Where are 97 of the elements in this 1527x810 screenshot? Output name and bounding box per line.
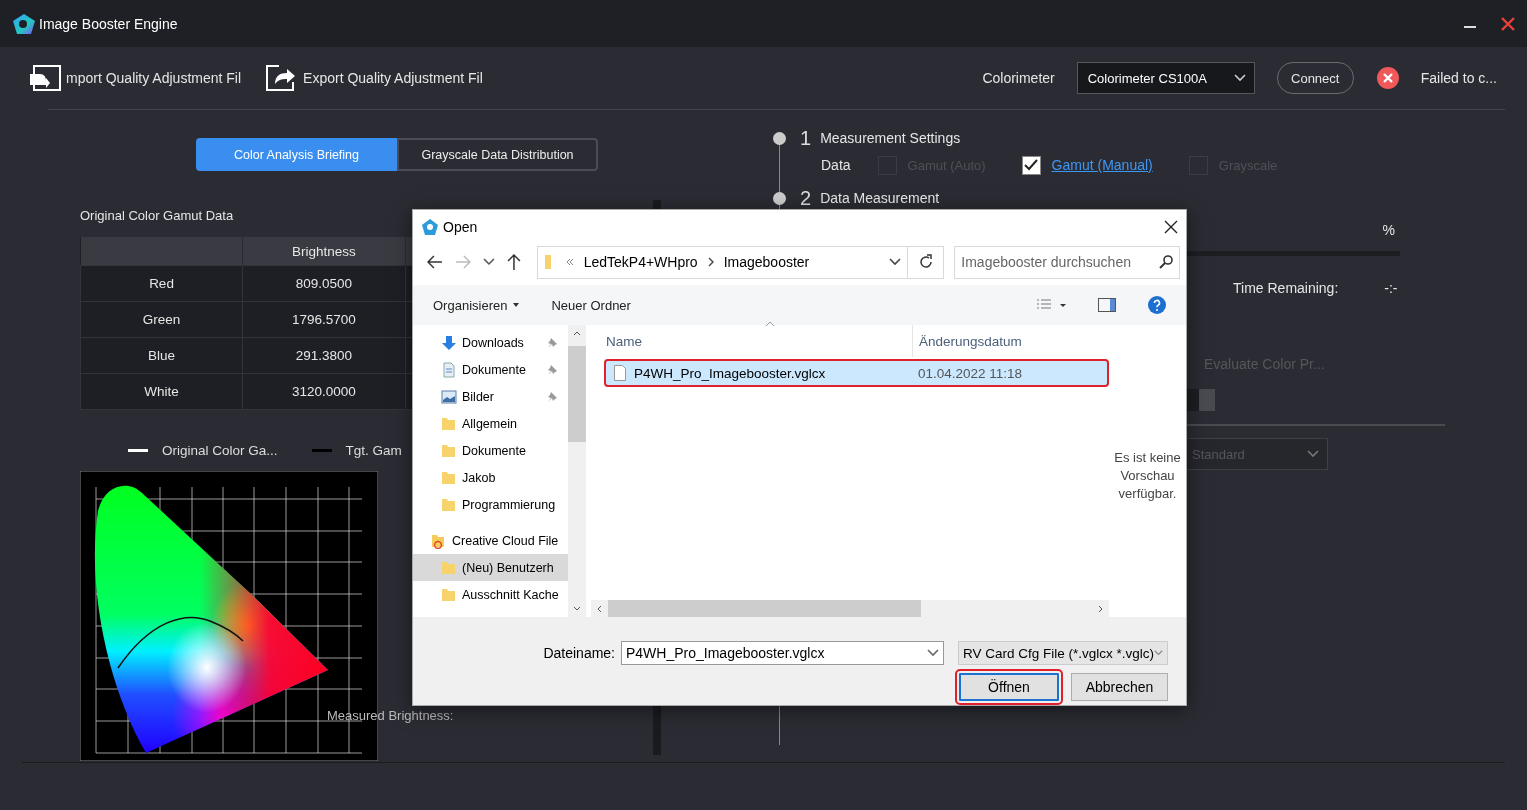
document-icon xyxy=(441,361,457,378)
table-cell: 291.3800 xyxy=(295,348,352,363)
close-icon[interactable] xyxy=(1164,220,1178,234)
caret-icon xyxy=(513,303,520,307)
time-value: -:- xyxy=(1384,280,1398,296)
step-marker-icon xyxy=(773,131,786,145)
field-label: Measured Brightness: xyxy=(327,708,454,723)
row-label: Blue xyxy=(148,348,176,363)
nav-item[interactable]: Ausschnitt Kache xyxy=(413,581,568,608)
address-bar[interactable]: LedTekP4+WHpro Imagebooster xyxy=(536,245,909,279)
toolbar-button[interactable]: Neuer Ordner xyxy=(551,297,631,313)
connection-status: Failed to c... xyxy=(1420,70,1497,86)
field-label: Dateiname: xyxy=(543,645,615,661)
scrollbar[interactable] xyxy=(591,600,1109,617)
view-options-icon[interactable] xyxy=(1036,298,1066,312)
filename-field[interactable]: P4WH_Pro_Imagebooster.vglcx xyxy=(621,641,944,665)
folder-icon xyxy=(441,586,457,603)
folder-icon xyxy=(431,532,447,549)
section-title: Original Color Gamut Data xyxy=(80,208,235,223)
recent-locations-icon xyxy=(482,258,495,266)
picture-icon xyxy=(441,389,457,404)
back-icon[interactable] xyxy=(427,255,443,269)
option-link[interactable]: Gamut (Manual) xyxy=(1051,157,1153,173)
folder-icon xyxy=(441,442,457,459)
tab[interactable]: Grayscale Data Distribution xyxy=(397,138,598,171)
breadcrumb[interactable]: Imagebooster xyxy=(723,254,810,270)
folder-icon xyxy=(441,496,457,513)
field-label: Time Remaining: xyxy=(1233,280,1339,296)
preview-pane-icon[interactable] xyxy=(1098,298,1116,312)
export-button[interactable]: Export Quality Adjustment Fil xyxy=(265,64,483,92)
column-header[interactable]: Änderungsdatum xyxy=(913,333,1022,349)
caret-icon xyxy=(1307,450,1319,458)
checkbox[interactable] xyxy=(1021,155,1041,175)
sort-icon xyxy=(765,321,775,327)
nav-item[interactable]: Jakob xyxy=(413,464,568,491)
step-marker-icon xyxy=(773,191,786,205)
cancel-button[interactable]: Abbrechen xyxy=(1071,673,1168,701)
percent-label: % xyxy=(1382,222,1395,238)
nav-item[interactable]: Programmierung xyxy=(413,491,568,518)
folder-icon xyxy=(441,559,457,576)
legend-label: Original Color Ga... xyxy=(162,443,278,458)
table-cell: 809.0500 xyxy=(295,276,352,291)
row-label: Red xyxy=(149,276,174,291)
scrollbar[interactable] xyxy=(568,325,586,617)
scroll-right-icon xyxy=(1098,604,1103,613)
file-row[interactable]: P4WH_Pro_Imagebooster.vglcx 01.04.2022 11:18 xyxy=(604,359,1109,387)
refresh-button[interactable] xyxy=(908,245,945,279)
caret-icon xyxy=(1233,74,1246,82)
row-label: Green xyxy=(142,312,181,327)
chevron-icon xyxy=(707,257,714,267)
dialog-title: Open xyxy=(443,219,479,235)
error-icon xyxy=(1376,67,1399,89)
table-cell: 1796.5700 xyxy=(291,312,356,327)
import-icon xyxy=(28,64,62,92)
window-title: Image Booster Engine xyxy=(39,15,178,32)
folder-icon xyxy=(441,469,457,486)
file-type-select[interactable]: RV Card Cfg File (*.vglcx *.vglc) xyxy=(958,641,1168,665)
legend-line-icon xyxy=(128,449,148,452)
nav-item[interactable]: Allgemein xyxy=(413,410,568,437)
caret-icon xyxy=(889,258,902,266)
colorimeter-select[interactable]: Colorimeter CS100A xyxy=(1076,62,1255,94)
legend-label: Tgt. Gam xyxy=(345,443,402,458)
breadcrumb[interactable]: LedTekP4+WHpro xyxy=(583,254,698,270)
row-label: White xyxy=(144,384,179,399)
download-icon xyxy=(441,334,457,351)
app-logo-icon xyxy=(421,218,439,236)
legend-line-icon xyxy=(311,449,332,452)
nav-item[interactable]: Dokumente xyxy=(413,356,568,383)
folder-icon xyxy=(441,415,457,432)
import-button[interactable]: mport Quality Adjustment Fil xyxy=(28,64,242,92)
scroll-up-icon xyxy=(573,331,581,336)
file-icon xyxy=(614,365,626,381)
up-icon[interactable] xyxy=(506,254,521,270)
toolbar-button[interactable]: Organisieren xyxy=(433,297,520,313)
nav-item[interactable]: (Neu) Benutzerh xyxy=(413,554,568,581)
caret-icon xyxy=(1154,649,1163,657)
caret-icon xyxy=(927,649,939,657)
nav-item[interactable]: Dokumente xyxy=(413,437,568,464)
column-header: Brightness xyxy=(291,243,356,259)
table-cell: 3120.0000 xyxy=(291,384,356,399)
scroll-left-icon xyxy=(597,604,602,613)
step-title: Measurement Settings xyxy=(820,130,961,146)
colorimeter-label: Colorimeter xyxy=(982,70,1055,86)
refresh-icon xyxy=(917,254,934,270)
scroll-down-icon xyxy=(573,606,581,611)
step-number: 2 xyxy=(800,186,812,210)
help-icon[interactable] xyxy=(1148,296,1166,314)
step-number: 1 xyxy=(800,126,812,150)
nav-item[interactable]: Downloads xyxy=(413,329,568,356)
nav-item[interactable]: Creative Cloud File xyxy=(413,527,568,554)
search-field[interactable]: Imagebooster durchsuchen xyxy=(954,245,1180,279)
step-title: Data Measurement xyxy=(820,190,940,206)
search-icon xyxy=(1159,255,1173,269)
field-label: Data xyxy=(821,157,851,173)
app-logo-icon xyxy=(12,12,36,35)
chevrons-icon xyxy=(565,258,574,266)
column-header[interactable]: Name xyxy=(606,333,642,349)
